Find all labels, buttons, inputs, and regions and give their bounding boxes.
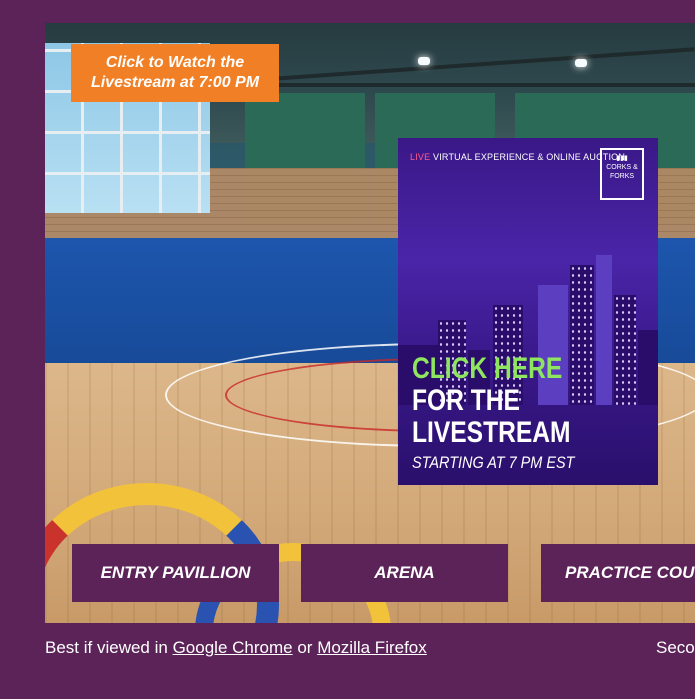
footer-right-text: Seco [656, 638, 695, 657]
footer-or: or [297, 638, 313, 657]
browser-recommendation: Best if viewed in Google Chrome or Mozil… [45, 638, 427, 658]
ceiling-light [575, 59, 587, 67]
poster-live-label: LIVE [410, 152, 431, 162]
ceiling-light [418, 57, 430, 65]
poster-tagline-text: VIRTUAL EXPERIENCE & ONLINE AUCTION [433, 152, 626, 162]
roof-truss [275, 83, 695, 87]
footer-prefix: Best if viewed in [45, 638, 168, 657]
google-chrome-link[interactable]: Google Chrome [173, 638, 293, 657]
poster-tagline: LIVE VIRTUAL EXPERIENCE & ONLINE AUCTION [410, 152, 625, 162]
headline-click-here: CLICK HERE [412, 352, 563, 385]
logo-text: CORKS & FORKS [606, 164, 638, 180]
headline-for-the: FOR THE [412, 384, 520, 417]
headline-livestream: LIVESTREAM [412, 416, 571, 449]
nav-entry-pavillion-button[interactable]: ENTRY PAVILLION [72, 544, 279, 602]
panorama-viewer[interactable]: Click to Watch the Livestream at 7:00 PM… [45, 23, 695, 623]
banner-line-2: Livestream at 7:00 PM [90, 74, 260, 91]
nav-arena-button[interactable]: ARENA [301, 544, 508, 602]
corks-forks-logo: ▮▮▮ CORKS & FORKS [600, 148, 644, 200]
poster-start-time: STARTING AT 7 PM EST [412, 453, 575, 472]
livestream-poster[interactable]: LIVE VIRTUAL EXPERIENCE & ONLINE AUCTION… [398, 138, 658, 485]
nav-practice-court-button[interactable]: PRACTICE COU [541, 544, 695, 602]
mozilla-firefox-link[interactable]: Mozilla Firefox [317, 638, 427, 657]
poster-headline: CLICK HERE FOR THE LIVESTREAM [412, 353, 571, 449]
watch-livestream-banner[interactable]: Click to Watch the Livestream at 7:00 PM [71, 44, 279, 102]
logo-glasses-icon: ▮▮▮ [616, 155, 628, 162]
banner-line-1: Click to Watch the [105, 54, 245, 71]
